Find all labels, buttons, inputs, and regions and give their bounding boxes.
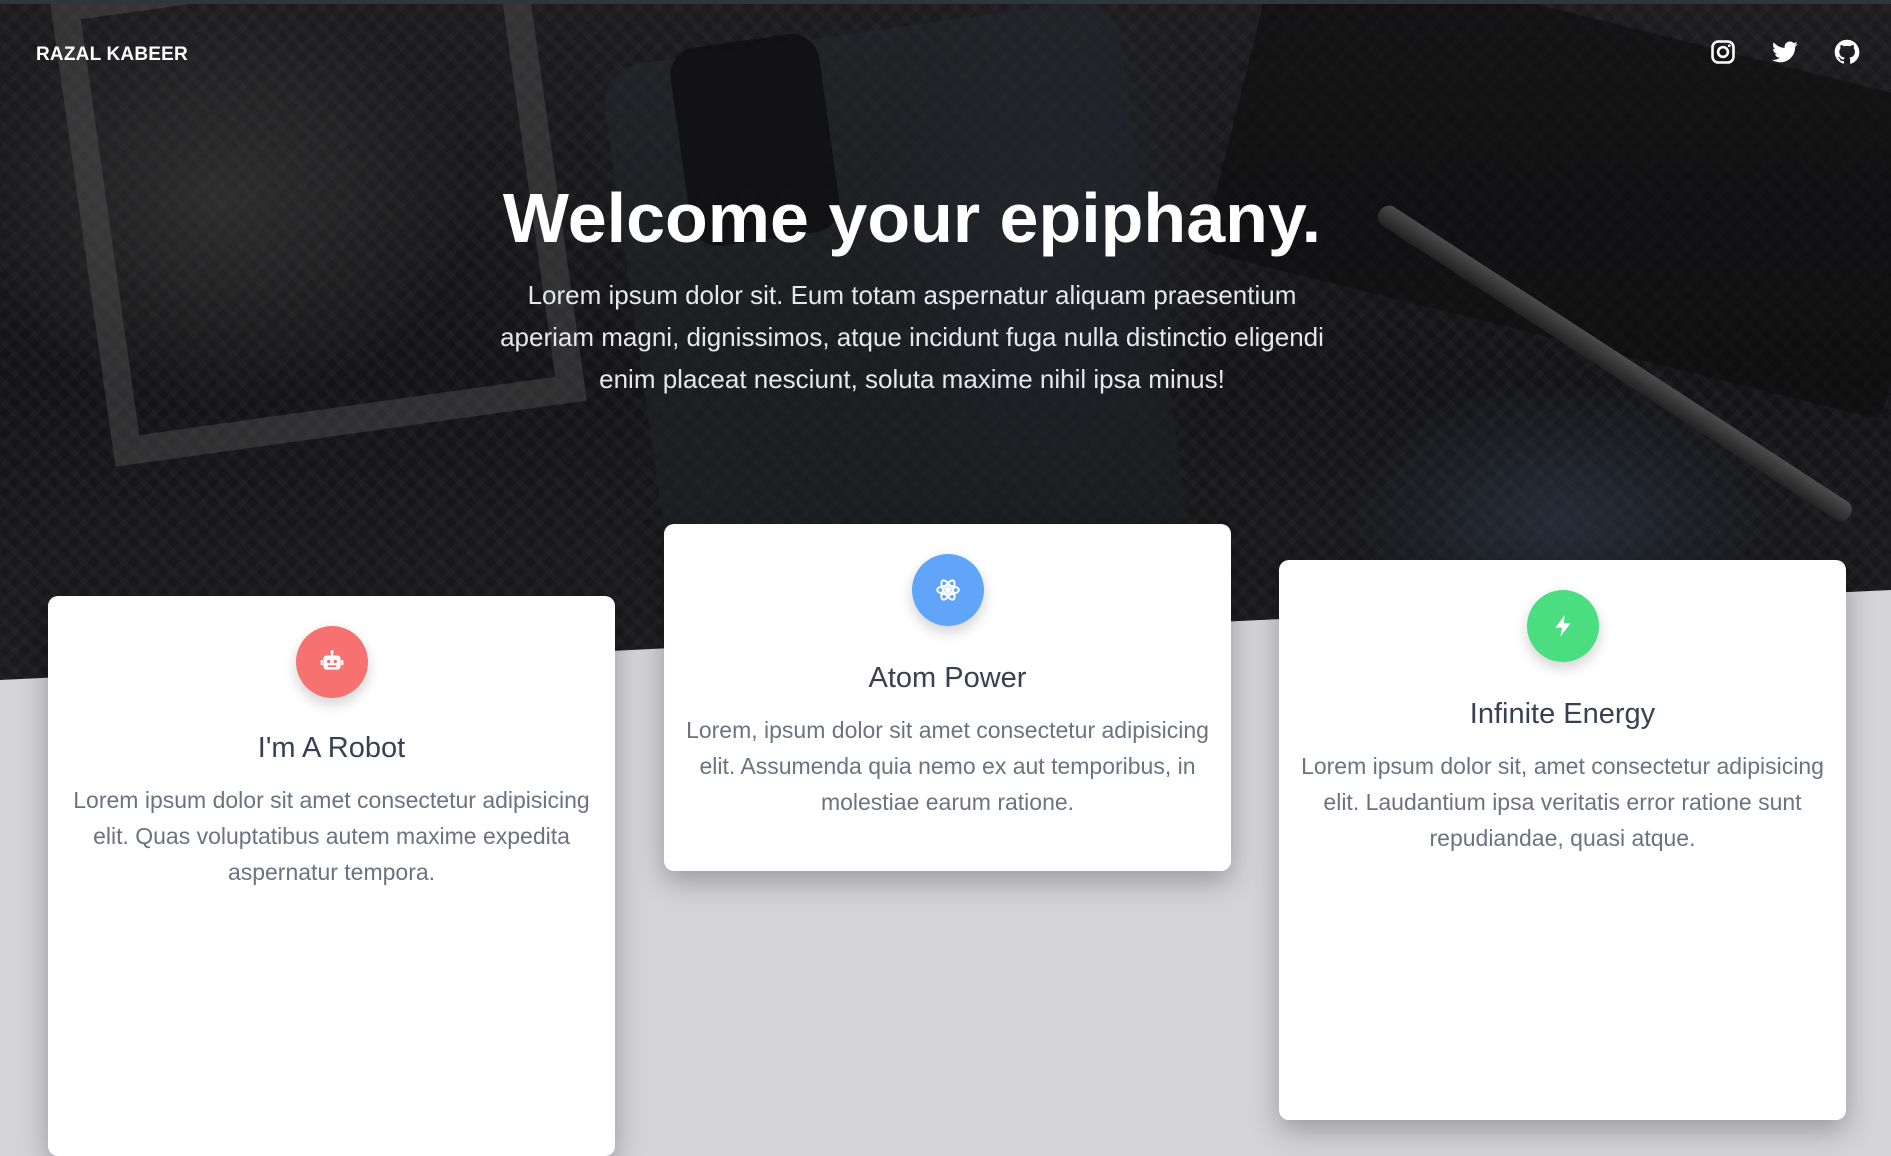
card-title: Infinite Energy — [1469, 698, 1656, 730]
card-text: Lorem ipsum dolor sit amet consectetur a… — [73, 787, 590, 885]
feature-card-robot: I'm A Robot Lorem ipsum dolor sit amet c… — [48, 596, 615, 1156]
feature-card-atom: Atom Power Lorem, ipsum dolor sit amet c… — [664, 524, 1231, 871]
card-text: Lorem, ipsum dolor sit amet consectetur … — [686, 717, 1209, 815]
instagram-icon[interactable] — [1709, 38, 1737, 66]
twitter-icon[interactable] — [1771, 38, 1799, 66]
feature-card-energy: Infinite Energy Lorem ipsum dolor sit, a… — [1279, 560, 1846, 1120]
github-icon[interactable] — [1833, 38, 1861, 66]
hero-subtitle: Lorem ipsum dolor sit. Eum totam asperna… — [500, 280, 1324, 394]
card-text: Lorem ipsum dolor sit, amet consectetur … — [1301, 753, 1824, 851]
card-title: Atom Power — [868, 662, 1027, 694]
bolt-icon — [1527, 590, 1599, 662]
social-links — [1709, 38, 1861, 66]
robot-icon — [296, 626, 368, 698]
brand-link[interactable]: RAZAL KABEER — [36, 44, 188, 66]
hero-title: Welcome your epiphany. — [502, 179, 1322, 257]
atom-icon — [912, 554, 984, 626]
top-border — [0, 0, 1891, 4]
card-title: I'm A Robot — [257, 732, 406, 764]
